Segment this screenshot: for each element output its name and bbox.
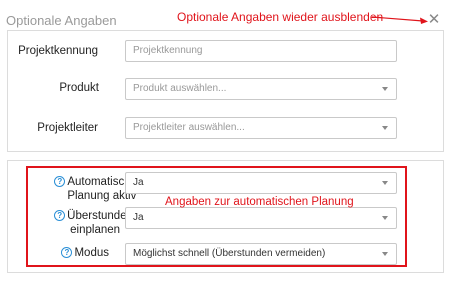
dialog-title: Optionale Angaben bbox=[6, 13, 117, 28]
produkt-select[interactable]: Produkt auswählen... bbox=[125, 78, 397, 100]
chevron-down-icon bbox=[382, 87, 388, 91]
close-icon[interactable]: ✕ bbox=[427, 12, 441, 28]
projektleiter-label: Projektleiter bbox=[37, 122, 98, 134]
annotation-hide-hint: Optionale Angaben wieder ausblenden bbox=[177, 10, 384, 24]
produkt-select-placeholder: Produkt auswählen... bbox=[133, 83, 227, 94]
annotation-highlight-box bbox=[26, 166, 407, 267]
chevron-down-icon bbox=[382, 126, 388, 130]
projektleiter-select-placeholder: Projektleiter auswählen... bbox=[133, 122, 245, 133]
projektkennung-input[interactable]: Projektkennung bbox=[125, 40, 397, 62]
produkt-label: Produkt bbox=[59, 82, 99, 94]
projektleiter-select[interactable]: Projektleiter auswählen... bbox=[125, 117, 397, 139]
projektkennung-label: Projektkennung bbox=[18, 45, 98, 57]
annotation-arrow-icon bbox=[371, 16, 428, 24]
annotation-planning-hint: Angaben zur automatischen Planung bbox=[165, 196, 354, 208]
